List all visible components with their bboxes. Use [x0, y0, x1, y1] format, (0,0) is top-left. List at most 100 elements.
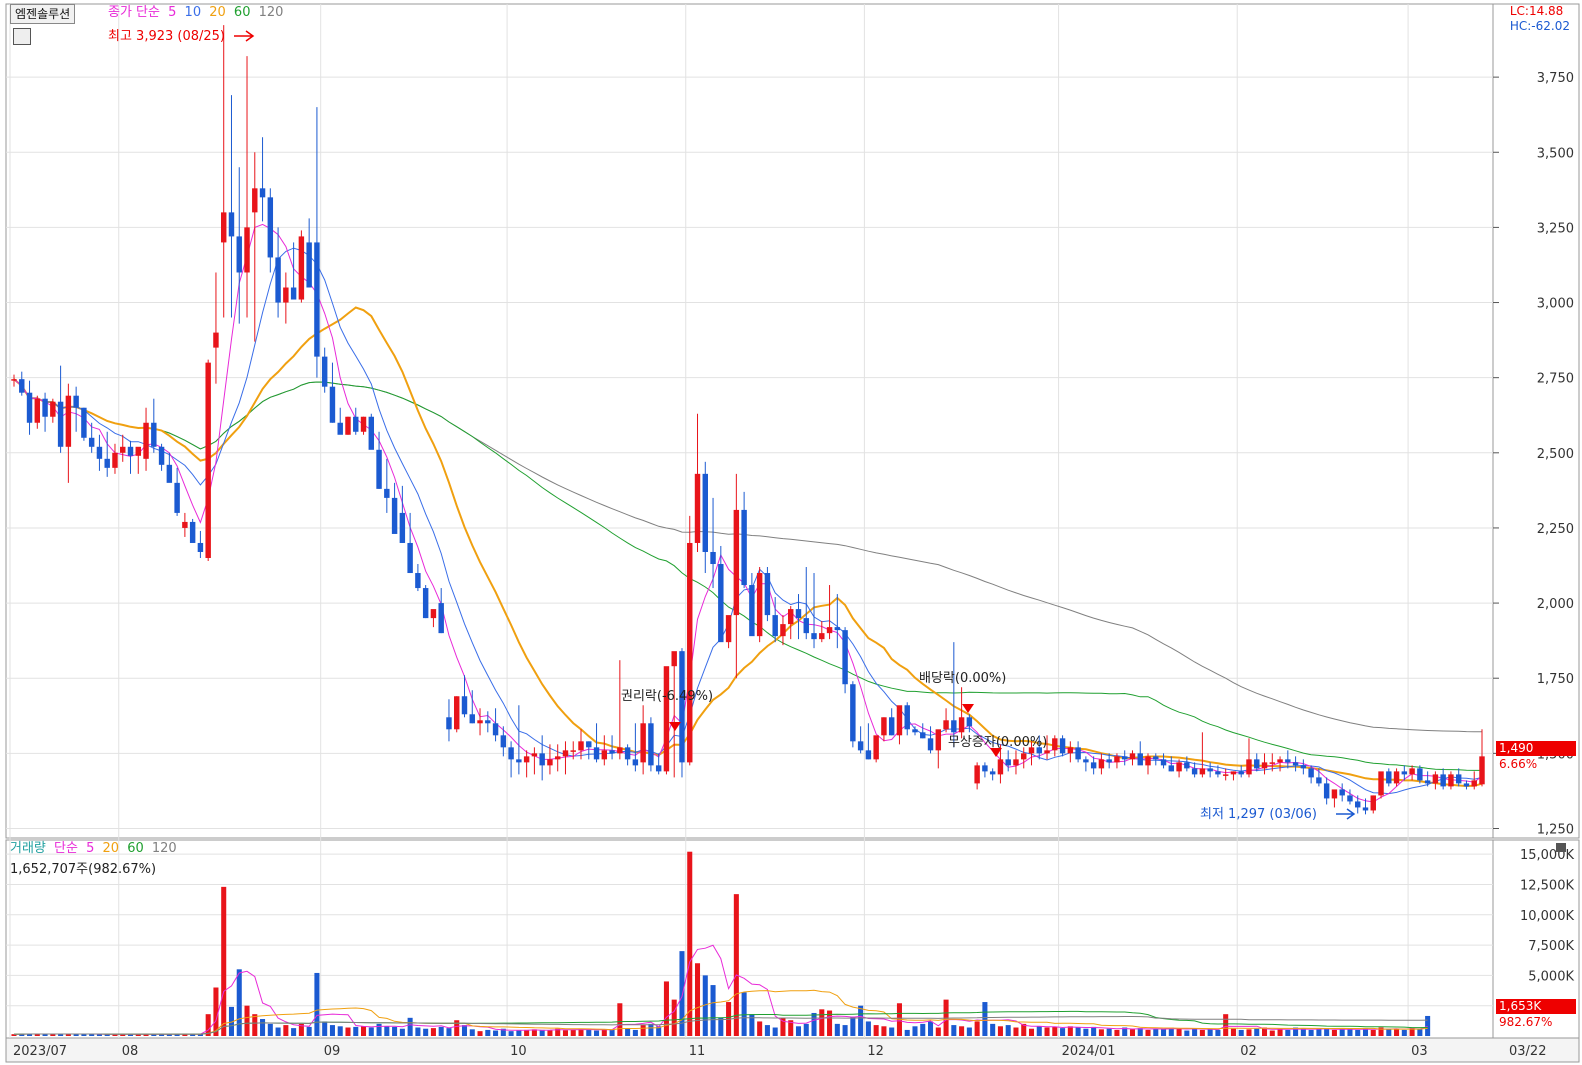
volume-tick-label: 7,500K	[1528, 939, 1574, 954]
candle-body	[966, 717, 973, 727]
volume-bar	[951, 1025, 957, 1036]
candle-body	[1145, 756, 1151, 766]
candle-body	[1129, 753, 1136, 760]
candle-body	[1067, 747, 1074, 754]
volume-bar	[306, 1026, 312, 1036]
volume-bar	[609, 1029, 615, 1036]
candle-body	[492, 723, 499, 736]
table-view-icon[interactable]	[13, 28, 31, 45]
candle-body	[1424, 780, 1431, 784]
candle-body	[283, 287, 289, 303]
price-panel[interactable]	[5, 3, 1494, 839]
candle-body	[34, 398, 41, 423]
ma60-label: 60	[233, 5, 251, 20]
vol-ma5-label: 5	[86, 841, 95, 856]
candle-body	[718, 564, 724, 643]
candle-body	[96, 446, 103, 459]
volume-panel-close-icon[interactable]	[1556, 843, 1566, 852]
candle-body	[811, 633, 817, 640]
volume-bar	[648, 1023, 654, 1036]
candle-body	[1300, 765, 1307, 769]
candle-body	[788, 609, 794, 625]
volume-bar	[1161, 1029, 1167, 1036]
volume-bar	[236, 969, 242, 1036]
hc-value: HC:-62.02	[1509, 19, 1570, 33]
candle-body	[228, 212, 235, 237]
volume-bar	[1215, 1029, 1221, 1036]
candle-body	[1463, 783, 1470, 787]
candle-body	[679, 651, 685, 763]
volume-summary: 1,652,707주(982.67%)	[10, 862, 157, 877]
volume-bar	[1355, 1029, 1361, 1036]
candle-body	[997, 759, 1004, 775]
ma120-label: 120	[258, 5, 284, 20]
volume-bar	[959, 1026, 965, 1036]
candle-body	[1021, 753, 1027, 760]
volume-bar	[283, 1025, 289, 1036]
volume-bar	[360, 1026, 367, 1036]
volume-bar	[1308, 1029, 1314, 1036]
volume-bar	[834, 1023, 840, 1036]
candle-body	[290, 287, 297, 300]
candle-body	[454, 696, 460, 730]
candle-body	[531, 753, 538, 757]
candle-body	[896, 705, 903, 736]
candle-body	[951, 720, 957, 733]
volume-bar	[368, 1027, 374, 1036]
candle-body	[1106, 759, 1112, 763]
price-tick-label: 3,750	[1537, 71, 1574, 86]
volume-bar	[345, 1027, 351, 1036]
candle-body	[1308, 768, 1314, 778]
volume-bar	[842, 1025, 848, 1036]
vol-ma20-label: 20	[102, 841, 120, 856]
candle-body	[399, 512, 406, 543]
candle-body	[1448, 774, 1454, 787]
volume-bar	[1370, 1029, 1376, 1036]
volume-bar	[1137, 1028, 1143, 1036]
candle-body	[438, 603, 444, 634]
volume-bar	[935, 1027, 941, 1036]
candle-body	[873, 735, 879, 760]
candle-body	[88, 437, 95, 447]
price-tick-label: 2,750	[1537, 372, 1574, 387]
vol-ma60-label: 60	[127, 841, 144, 856]
date-tick-label: 10	[510, 1044, 527, 1059]
volume-bar	[1238, 1029, 1244, 1036]
candle-body	[42, 398, 48, 417]
volume-bar	[586, 1029, 592, 1036]
volume-bar	[1145, 1029, 1151, 1036]
candle-body	[1339, 789, 1345, 796]
volume-bar	[881, 1026, 887, 1036]
candle-body	[826, 627, 833, 634]
candle-body	[1378, 771, 1384, 796]
volume-legend: 거래량 단순 5 20 60 120	[10, 841, 181, 857]
date-tick-label: 2023/07	[13, 1044, 67, 1059]
candle-body	[539, 753, 545, 766]
volume-bar	[1005, 1025, 1011, 1036]
candle-body	[547, 759, 553, 766]
volume-bar	[966, 1027, 972, 1036]
volume-bar	[912, 1026, 918, 1036]
candle-body	[912, 729, 918, 733]
volume-bar	[1300, 1028, 1306, 1036]
stock-chart-canvas[interactable]: 3,750 3,500 3,250 3,000 2,750 2,500 2,250 2,000…	[0, 0, 1582, 1065]
volume-bar	[920, 1023, 926, 1036]
volume-bar	[757, 1021, 763, 1036]
candle-body	[562, 750, 569, 757]
candle-body	[1168, 765, 1175, 772]
candle-body	[26, 392, 33, 423]
rights-annotation: 권리락(-6.49%)	[621, 689, 713, 704]
candle-body	[298, 236, 305, 300]
volume-bar	[865, 1021, 871, 1036]
candle-body	[430, 609, 437, 619]
volume-bar	[710, 985, 716, 1036]
volume-bar	[275, 1027, 281, 1036]
candle-body	[166, 464, 173, 483]
stock-name[interactable]: 엠젠솔루션	[10, 4, 76, 24]
volume-bar	[1036, 1026, 1042, 1036]
candle-body	[306, 242, 312, 288]
candle-body	[275, 257, 281, 303]
volume-bar	[1207, 1029, 1213, 1036]
candle-body	[663, 666, 670, 772]
volume-bar	[671, 999, 677, 1036]
